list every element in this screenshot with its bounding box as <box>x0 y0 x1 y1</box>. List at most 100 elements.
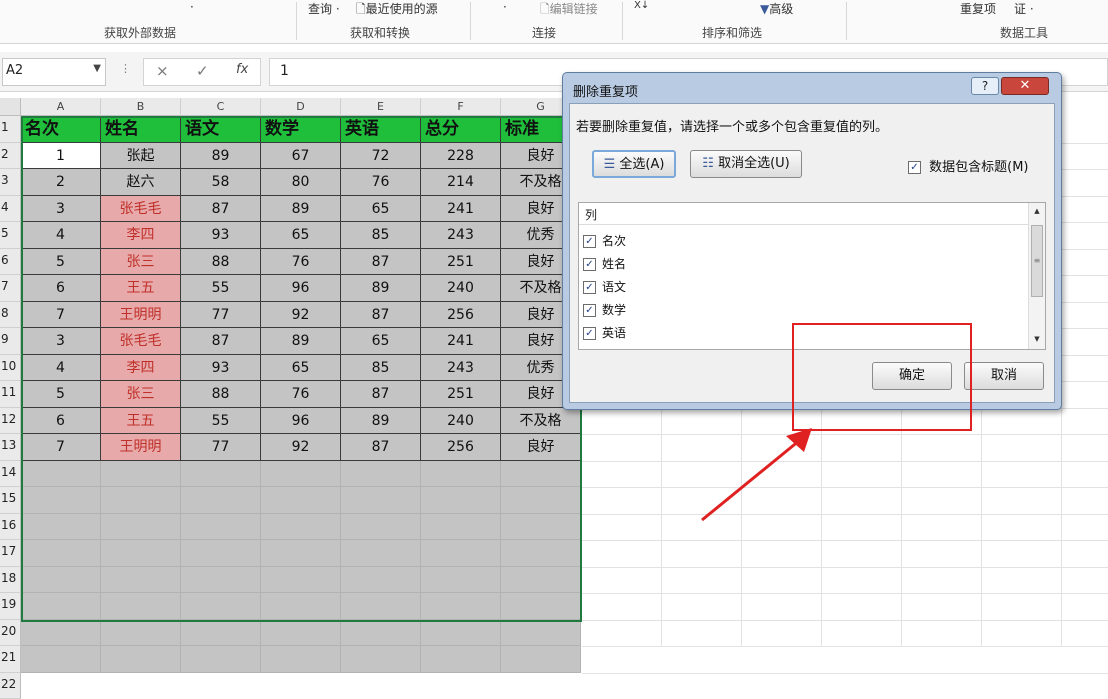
row-header[interactable]: 14 <box>0 461 21 488</box>
row-header[interactable]: 15 <box>0 487 21 514</box>
empty-cell[interactable] <box>181 646 261 673</box>
empty-cell[interactable] <box>501 646 581 673</box>
column-header[interactable]: B <box>101 98 181 116</box>
gridline <box>582 593 1108 594</box>
has-headers-checkbox[interactable]: ✓ 数据包含标题(M) <box>908 156 1029 175</box>
row-header[interactable]: 5 <box>0 222 21 249</box>
select-all-corner[interactable] <box>0 98 21 116</box>
remove-duplicates-button[interactable]: 重复项 <box>960 0 996 17</box>
ribbon-divider <box>296 2 297 40</box>
row-header[interactable]: 2 <box>0 143 21 170</box>
advanced-filter-button[interactable]: ▼高级 <box>760 0 793 17</box>
checkbox-checked-icon[interactable]: ✓ <box>583 258 596 271</box>
empty-cell[interactable] <box>341 620 421 647</box>
cancel-icon[interactable]: × <box>156 62 169 80</box>
column-header[interactable]: A <box>21 98 101 116</box>
data-validation-button[interactable]: 证 · <box>1014 0 1034 17</box>
ribbon-dropdown-arrow[interactable]: · <box>190 0 194 14</box>
checkbox-checked-icon[interactable]: ✓ <box>583 281 596 294</box>
row-header[interactable]: 12 <box>0 408 21 435</box>
empty-cell[interactable] <box>261 646 341 673</box>
ribbon-divider <box>622 2 623 40</box>
name-box-value: A2 <box>6 63 23 78</box>
drag-handle-icon[interactable]: ⋮ <box>120 62 131 75</box>
select-all-button[interactable]: ☰ 全选(A) <box>592 150 676 178</box>
connections-dropdown-arrow[interactable]: · <box>503 0 507 14</box>
cancel-button[interactable]: 取消 <box>964 362 1044 390</box>
gridline <box>582 673 1108 674</box>
empty-cell[interactable] <box>21 620 101 647</box>
scroll-down-icon[interactable]: ▼ <box>1029 331 1045 347</box>
empty-cell[interactable] <box>421 620 501 647</box>
group-get-transform: 获取和转换 <box>350 24 410 41</box>
row-header[interactable]: 9 <box>0 328 21 355</box>
row-header[interactable]: 8 <box>0 302 21 329</box>
group-connections: 连接 <box>532 24 556 41</box>
row-header[interactable]: 10 <box>0 355 21 382</box>
checkbox-checked-icon[interactable]: ✓ <box>583 235 596 248</box>
insert-function-icon[interactable]: fx <box>236 62 248 77</box>
column-item[interactable]: ✓姓名 <box>583 254 626 274</box>
scrollbar[interactable]: ▲ ≡ ▼ <box>1028 203 1045 349</box>
scroll-thumb[interactable]: ≡ <box>1031 225 1043 297</box>
empty-cell[interactable] <box>421 646 501 673</box>
checkbox-checked-icon[interactable]: ✓ <box>583 304 596 317</box>
close-icon[interactable]: ✕ <box>1001 77 1049 95</box>
column-header[interactable]: D <box>261 98 341 116</box>
select-all-icon: ☰ <box>604 157 616 172</box>
ribbon: · 查询 · 🗋最近使用的源 · 🗋编辑链接 X↓ ▼高级 重复项 证 · 获取… <box>0 0 1108 44</box>
gridline <box>582 514 1108 515</box>
row-header[interactable]: 16 <box>0 514 21 541</box>
filter-icon: ▼ <box>760 2 769 16</box>
group-sort-filter: 排序和筛选 <box>702 24 762 41</box>
row-header[interactable]: 21 <box>0 646 21 673</box>
group-data-tools: 数据工具 <box>1000 24 1048 41</box>
column-list-header: 列 <box>579 203 1029 225</box>
ribbon-divider <box>470 2 471 40</box>
column-item[interactable]: ✓英语 <box>583 323 626 343</box>
row-header[interactable]: 6 <box>0 249 21 276</box>
highlight-box <box>792 323 972 431</box>
empty-cell[interactable] <box>261 620 341 647</box>
column-header[interactable]: F <box>421 98 501 116</box>
empty-cell[interactable] <box>341 646 421 673</box>
recent-sources-button[interactable]: 🗋最近使用的源 <box>356 0 438 21</box>
enter-icon[interactable]: ✓ <box>196 62 209 80</box>
edit-links-button[interactable]: 🗋编辑链接 <box>540 0 598 21</box>
checkbox-checked-icon[interactable]: ✓ <box>583 327 596 340</box>
empty-cell[interactable] <box>21 646 101 673</box>
empty-cell[interactable] <box>101 620 181 647</box>
gridline <box>582 620 1108 621</box>
checkbox-checked-icon[interactable]: ✓ <box>908 161 921 174</box>
row-header[interactable]: 11 <box>0 381 21 408</box>
column-item[interactable]: ✓数学 <box>583 300 626 320</box>
chevron-down-icon[interactable]: ▼ <box>93 63 101 74</box>
column-item[interactable]: ✓名次 <box>583 231 626 251</box>
sort-icon[interactable]: X↓ <box>634 0 649 11</box>
ribbon-divider <box>846 2 847 40</box>
row-header[interactable]: 1 <box>0 116 21 143</box>
gridline <box>582 434 1108 435</box>
column-item[interactable]: ✓语文 <box>583 277 626 297</box>
column-header[interactable]: E <box>341 98 421 116</box>
row-header[interactable]: 3 <box>0 169 21 196</box>
row-header[interactable]: 20 <box>0 620 21 647</box>
row-header[interactable]: 17 <box>0 540 21 567</box>
gridline <box>582 540 1108 541</box>
row-header[interactable]: 22 <box>0 673 21 699</box>
scroll-up-icon[interactable]: ▲ <box>1029 203 1045 219</box>
row-header[interactable]: 18 <box>0 567 21 594</box>
empty-cell[interactable] <box>501 620 581 647</box>
query-button[interactable]: 查询 · <box>308 0 340 17</box>
row-header[interactable]: 4 <box>0 196 21 223</box>
row-header[interactable]: 13 <box>0 434 21 461</box>
help-icon[interactable]: ? <box>971 77 999 95</box>
gridline <box>582 461 1108 462</box>
row-header[interactable]: 7 <box>0 275 21 302</box>
unselect-all-button[interactable]: ☷ 取消全选(U) <box>690 150 802 178</box>
row-header[interactable]: 19 <box>0 593 21 620</box>
name-box[interactable]: A2 ▼ <box>2 58 106 86</box>
column-header[interactable]: C <box>181 98 261 116</box>
empty-cell[interactable] <box>181 620 261 647</box>
empty-cell[interactable] <box>101 646 181 673</box>
